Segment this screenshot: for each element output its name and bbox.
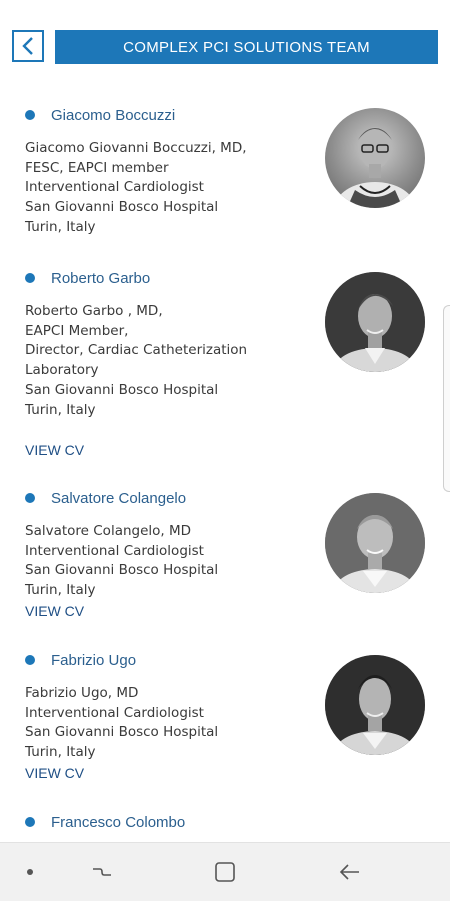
- view-cv-link[interactable]: VIEW CV: [25, 603, 84, 619]
- bullet-icon: [25, 817, 35, 827]
- recent-apps-icon[interactable]: [82, 843, 122, 901]
- detail-line: Interventional Cardiologist: [25, 704, 204, 721]
- scrollbar[interactable]: [443, 305, 450, 492]
- bullet-icon: [25, 493, 35, 503]
- person-photo: [325, 108, 425, 208]
- header: COMPLEX PCI SOLUTIONS TEAM: [12, 30, 438, 66]
- detail-line: FESC, EAPCI member: [25, 159, 169, 176]
- system-navbar: [0, 842, 450, 901]
- person-photo: [325, 272, 425, 372]
- detail-line: Salvatore Colangelo, MD: [25, 523, 192, 539]
- detail-line: EAPCI Member,: [25, 322, 129, 339]
- detail-line: Turin, Italy: [25, 401, 96, 418]
- detail-line: Interventional Cardiologist: [25, 542, 204, 559]
- detail-line: San Giovanni Bosco Hospital: [25, 724, 219, 741]
- detail-line: San Giovanni Bosco Hospital: [25, 562, 219, 579]
- person-card: Francesco Colombo: [25, 812, 425, 832]
- person-details: Fabrizio Ugo, MD Interventional Cardiolo…: [25, 684, 325, 763]
- detail-line: Roberto Garbo , MD,: [25, 303, 163, 319]
- detail-line: Interventional Cardiologist: [25, 179, 204, 196]
- person-details: Salvatore Colangelo, MD Interventional C…: [25, 522, 325, 601]
- person-photo: [325, 493, 425, 593]
- detail-line: Giacomo Giovanni Boccuzzi, MD,: [25, 140, 247, 156]
- person-name: Roberto Garbo: [51, 269, 151, 287]
- chevron-left-icon: [22, 37, 33, 55]
- detail-line: Turin, Italy: [25, 744, 96, 761]
- person-name: Fabrizio Ugo: [51, 651, 137, 669]
- view-cv-link[interactable]: VIEW CV: [25, 765, 84, 781]
- person-name: Giacomo Boccuzzi: [51, 106, 176, 124]
- person-details: Roberto Garbo , MD, EAPCI Member, Direct…: [25, 302, 325, 420]
- detail-line: San Giovanni Bosco Hospital: [25, 199, 219, 216]
- person-details: Giacomo Giovanni Boccuzzi, MD, FESC, EAP…: [25, 139, 325, 238]
- team-list[interactable]: Giacomo Boccuzzi Giacomo Giovanni Boccuz…: [0, 0, 450, 842]
- detail-line: Turin, Italy: [25, 582, 96, 599]
- back-arrow-icon[interactable]: [330, 843, 370, 901]
- bullet-icon: [25, 273, 35, 283]
- dot-icon[interactable]: [15, 843, 45, 901]
- detail-line: San Giovanni Bosco Hospital: [25, 381, 219, 398]
- view-cv-link[interactable]: VIEW CV: [25, 442, 84, 458]
- detail-line: Director, Cardiac Catheterization: [25, 342, 248, 359]
- bullet-icon: [25, 110, 35, 120]
- page-title: COMPLEX PCI SOLUTIONS TEAM: [55, 30, 438, 64]
- person-name: Salvatore Colangelo: [51, 489, 187, 507]
- back-button[interactable]: [12, 30, 44, 62]
- detail-line: Fabrizio Ugo, MD: [25, 685, 139, 701]
- home-icon[interactable]: [205, 843, 245, 901]
- detail-line: Turin, Italy: [25, 218, 96, 235]
- bullet-icon: [25, 655, 35, 665]
- person-name: Francesco Colombo: [51, 813, 186, 831]
- detail-line: Laboratory: [25, 362, 99, 379]
- person-photo: [325, 655, 425, 755]
